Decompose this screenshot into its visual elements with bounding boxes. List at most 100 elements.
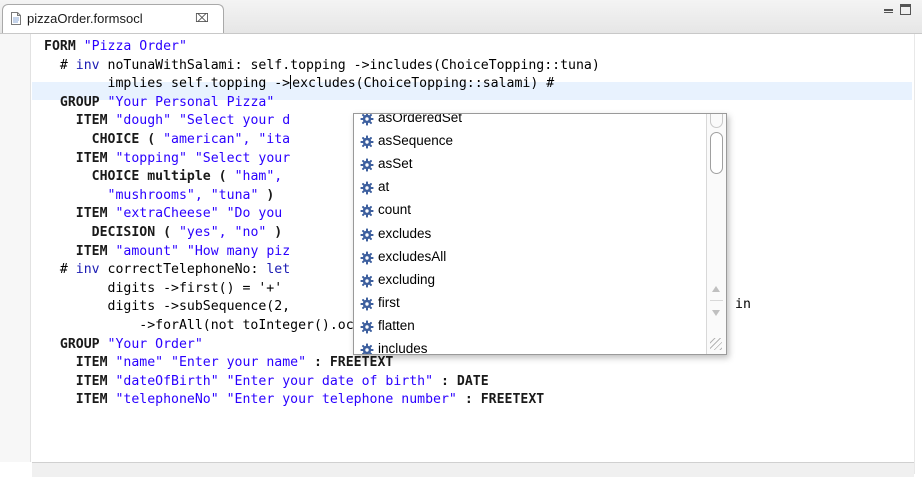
proposal-item[interactable]: asSequence	[354, 130, 706, 152]
gear-icon	[360, 157, 374, 172]
tab-bar: pizzaOrder.formsocl ⌧	[0, 0, 922, 34]
code-line[interactable]: ITEM "topping" "Select your	[44, 150, 290, 168]
proposal-label: flatten	[378, 317, 415, 333]
proposal-label: asSequence	[378, 133, 454, 149]
gear-icon	[360, 319, 374, 334]
code-token: : FREETEXT	[456, 392, 545, 408]
proposal-label: first	[378, 294, 400, 310]
gear-icon	[360, 342, 374, 354]
code-token-in: in	[735, 297, 751, 312]
gear-icon	[360, 227, 374, 241]
code-token: "dough" "Select your d	[115, 113, 291, 129]
code-token: inv	[75, 262, 100, 278]
code-line[interactable]: CHOICE ( "american", "ita	[44, 131, 291, 149]
gear-icon	[360, 273, 374, 288]
code-line[interactable]: implies self.topping -> excludes(ChoiceTo…	[44, 75, 554, 93]
code-line[interactable]: # inv noTunaWithSalami: self.topping ->i…	[44, 57, 600, 75]
code-token: "american", "ita	[163, 132, 291, 147]
code-token: "amount" "How many piz	[115, 243, 291, 259]
code-token: "Pizza Order"	[83, 39, 187, 54]
gear-icon	[360, 114, 374, 126]
window-controls	[884, 3, 918, 19]
text-caret	[290, 75, 292, 90]
proposal-item[interactable]: excludes	[354, 223, 706, 245]
proposal-item[interactable]: asOrderedSet	[354, 114, 706, 129]
code-token: let	[266, 262, 291, 278]
proposal-item[interactable]: count	[354, 199, 706, 221]
code-token: )	[258, 187, 275, 203]
minimize-icon[interactable]	[884, 9, 893, 13]
proposal-scrollbar[interactable]	[706, 114, 726, 354]
gear-icon	[360, 203, 374, 218]
code-line[interactable]: FORM "Pizza Order"	[44, 38, 187, 56]
code-line[interactable]: ITEM "extraCheese" "Do you	[44, 205, 282, 223]
code-token: GROUP	[44, 94, 108, 110]
close-icon[interactable]: ⌧	[195, 11, 209, 25]
code-line[interactable]: DECISION ( "yes", "no" )	[44, 224, 283, 242]
code-token: "yes", "no"	[178, 225, 267, 240]
code-token: ITEM	[44, 392, 116, 408]
code-token: "Your Personal Pizza"	[107, 94, 275, 110]
code-line[interactable]: ITEM "amount" "How many piz	[44, 243, 290, 261]
code-token: implies self.topping ->	[44, 76, 291, 92]
file-icon	[11, 12, 21, 25]
code-line[interactable]: # inv correctTelephoneNo: let	[44, 261, 290, 279]
code-line[interactable]: digits ->subSequence(2,	[44, 298, 291, 316]
proposal-list[interactable]: asOrderedSet asSequence asSet at count exclud…	[354, 114, 706, 354]
gear-icon	[360, 250, 374, 265]
proposal-item[interactable]: excluding	[354, 269, 706, 291]
gear-icon	[360, 180, 374, 195]
code-token: GROUP	[44, 336, 108, 352]
code-line[interactable]: ITEM "name" "Enter your name" : FREETEXT	[44, 354, 394, 372]
editor-ruler	[0, 34, 31, 462]
scrollbar-thumb[interactable]	[710, 132, 723, 174]
proposal-label: at	[378, 179, 390, 195]
code-line[interactable]: GROUP "Your Personal Pizza"	[44, 94, 274, 112]
code-token: ITEM	[44, 113, 116, 129]
code-line[interactable]: "mushrooms", "tuna" )	[44, 187, 275, 205]
code-line[interactable]: GROUP "Your Order"	[44, 336, 203, 354]
editor-tab[interactable]: pizzaOrder.formsocl ⌧	[2, 4, 224, 33]
code-token: CHOICE multiple (	[44, 169, 235, 185]
code-token: "ham",	[234, 169, 283, 185]
proposal-label: excludes	[378, 225, 432, 241]
editor-window: pizzaOrder.formsocl ⌧ FORM "Pizza Order"…	[0, 0, 922, 481]
code-line[interactable]: ITEM "telephoneNo" "Enter your telephone…	[44, 391, 544, 409]
proposal-item[interactable]: first	[354, 292, 706, 314]
scroll-down-icon[interactable]	[712, 310, 720, 316]
proposal-label: asSet	[378, 156, 413, 172]
proposal-label: asOrderedSet	[378, 114, 463, 125]
code-token: ITEM	[44, 206, 116, 222]
code-token: FORM	[44, 39, 84, 54]
proposal-label: excluding	[378, 271, 436, 287]
code-token: )	[266, 225, 283, 240]
proposal-label: count	[378, 202, 412, 218]
code-token: ITEM	[44, 355, 116, 371]
code-token: "name" "Enter your name"	[115, 355, 307, 371]
scroll-arrow-divider	[710, 300, 723, 301]
gear-icon	[360, 296, 374, 311]
code-token: "extraCheese" "Do you	[115, 206, 283, 222]
code-token: : DATE	[433, 373, 489, 389]
code-token: "mushrooms", "tuna"	[107, 187, 259, 203]
code-line[interactable]: ITEM "dough" "Select your d	[44, 112, 290, 130]
code-line[interactable]: digits ->first() = '+'	[44, 280, 283, 298]
tab-title: pizzaOrder.formsocl	[27, 11, 143, 26]
code-token: #	[44, 262, 76, 278]
maximize-icon[interactable]	[900, 4, 911, 15]
resize-grip-icon[interactable]	[710, 338, 722, 350]
scroll-up-icon[interactable]	[712, 286, 720, 292]
proposal-item[interactable]: asSet	[354, 153, 706, 175]
code-line[interactable]: CHOICE multiple ( "ham",	[44, 168, 283, 186]
right-margin-line	[914, 34, 915, 474]
code-line[interactable]: ITEM "dateOfBirth" "Enter your date of b…	[44, 373, 489, 391]
code-token: DECISION (	[44, 225, 179, 240]
proposal-item[interactable]: includes	[354, 338, 706, 354]
proposal-item[interactable]: flatten	[354, 315, 706, 337]
code-token: ITEM	[44, 150, 116, 166]
proposal-item[interactable]: at	[354, 176, 706, 198]
horizontal-scrollbar[interactable]	[32, 462, 914, 477]
proposal-item[interactable]: excludesAll	[354, 246, 706, 268]
code-token: "telephoneNo" "Enter your telephone numb…	[115, 392, 457, 408]
code-token: "dateOfBirth" "Enter your date of birth"	[115, 373, 434, 389]
